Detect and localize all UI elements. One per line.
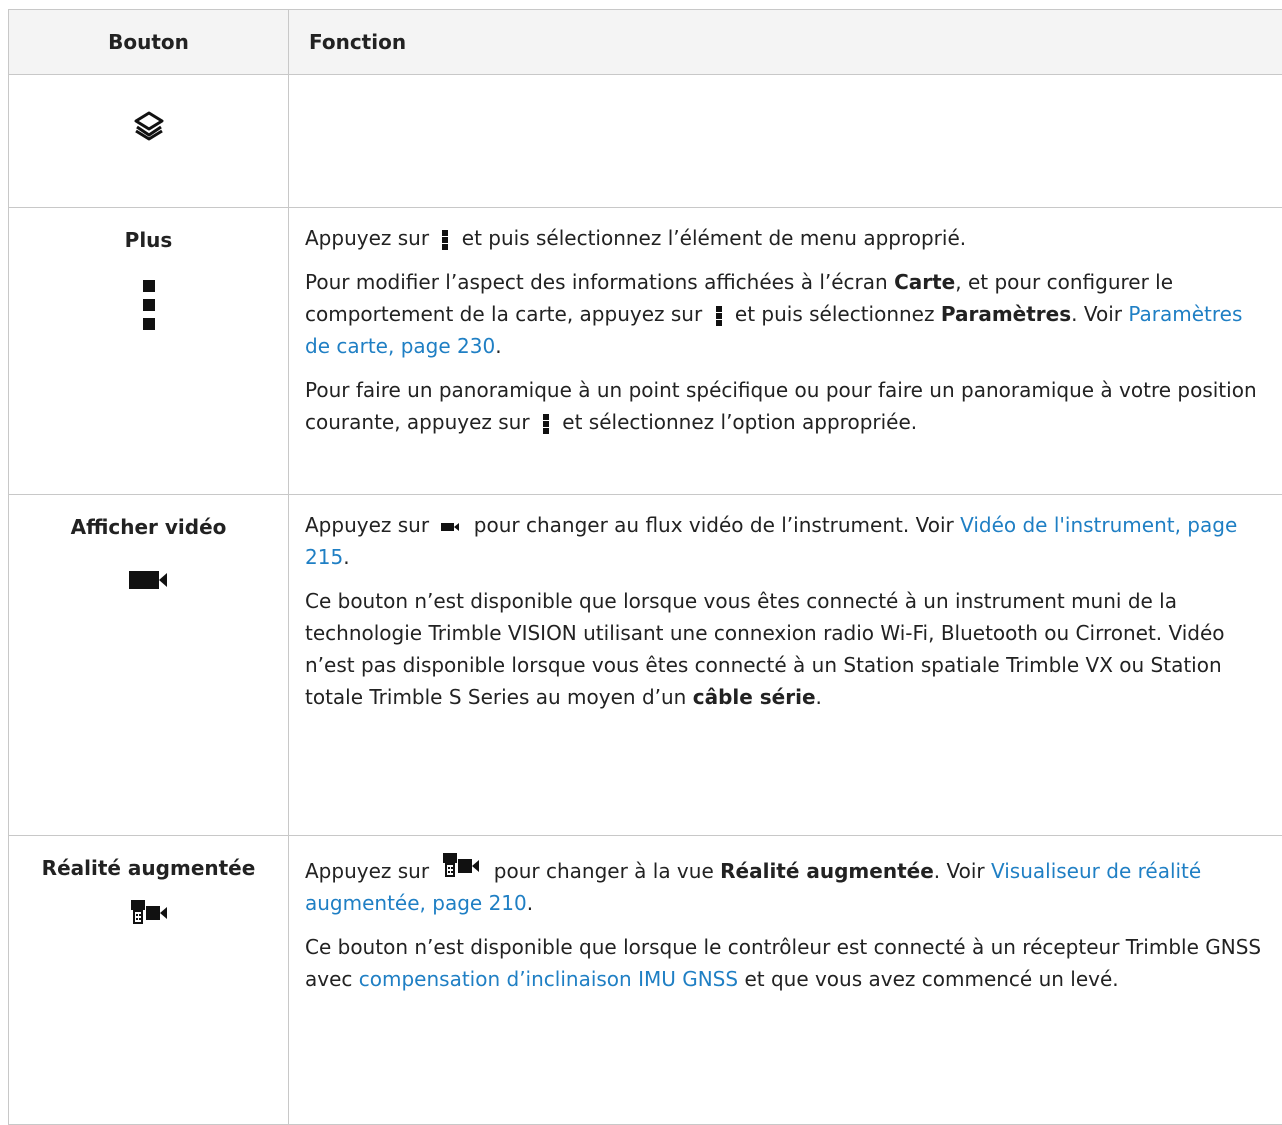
text: pour changer au flux vidéo de l’instrume… [474,513,954,537]
more-vertical-icon [141,268,157,340]
more-vertical-icon [441,229,449,251]
paragraph: Ce bouton n’est disponible que lorsque l… [305,931,1262,995]
text: et puis sélectionnez l’élément de menu a… [462,226,966,250]
ar-label: Réalité augmentée [19,854,278,882]
text: pour changer à la vue [494,859,714,883]
video-label: Afficher vidéo [19,513,278,541]
video-camera-icon [127,565,171,593]
button-cell: Afficher vidéo [9,495,289,836]
function-cell: Appuyez sur pour changer à la vue Réalit… [289,836,1282,1125]
table-row [9,75,1282,208]
bold-text: Réalité augmentée [720,859,934,883]
table-row: Réalité augmentée Appuyez sur [9,836,1282,1125]
button-function-table: Bouton Fonction Plus [8,9,1282,1125]
text: et que vous avez commencé un levé. [744,967,1118,991]
button-cell [9,75,289,208]
button-cell: Plus [9,208,289,495]
paragraph: Pour faire un panoramique à un point spé… [305,374,1262,438]
table-row: Plus Appuyez sur et puis sélectionnez l’… [9,208,1282,495]
text: Pour modifier l’aspect des informations … [305,270,888,294]
table-header-row: Bouton Fonction [9,10,1282,75]
video-camera-icon [441,521,461,533]
text: . [816,685,822,709]
paragraph: Appuyez sur pour changer à la vue Réalit… [305,850,1262,919]
button-cell: Réalité augmentée [9,836,289,1125]
header-function: Fonction [289,10,1282,75]
bold-text: Paramètres [941,302,1071,326]
paragraph: Appuyez sur et puis sélectionnez l’éléme… [305,222,1262,254]
function-cell [289,75,1282,208]
text: . Voir [934,859,985,883]
bold-text: câble série [693,685,816,709]
function-cell: Appuyez sur et puis sélectionnez l’éléme… [289,208,1282,495]
text: . [343,545,349,569]
text: . [527,891,533,915]
text: et sélectionnez l’option appropriée. [562,410,917,434]
layers-icon [129,107,169,147]
more-vertical-icon [715,305,723,327]
text: . [495,334,501,358]
augmented-reality-icon [441,850,481,880]
link-imu-tilt-compensation[interactable]: compensation d’inclinaison IMU GNSS [359,967,738,991]
paragraph: Appuyez sur pour changer au flux vidéo d… [305,509,1262,573]
more-vertical-icon [542,413,550,435]
header-button: Bouton [9,10,289,75]
table-row: Afficher vidéo Appuyez sur pour changer … [9,495,1282,836]
text: Appuyez sur [305,226,429,250]
text: Appuyez sur [305,513,429,537]
text: . Voir [1071,302,1122,326]
plus-label: Plus [19,226,278,254]
paragraph: Ce bouton n’est disponible que lorsque v… [305,585,1262,713]
bold-text: Carte [894,270,955,294]
paragraph: Pour modifier l’aspect des informations … [305,266,1262,362]
function-cell: Appuyez sur pour changer au flux vidéo d… [289,495,1282,836]
text: et puis sélectionnez [735,302,935,326]
augmented-reality-icon [129,898,169,926]
text: Appuyez sur [305,859,429,883]
